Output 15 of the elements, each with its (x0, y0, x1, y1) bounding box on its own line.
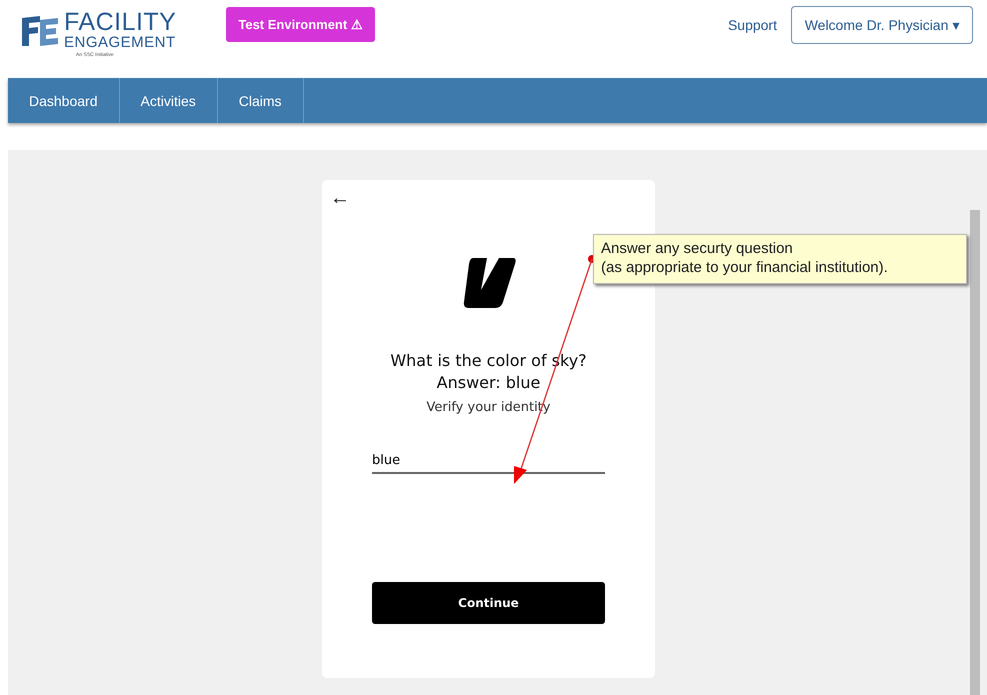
callout-line: (as appropriate to your financial institution). (601, 258, 889, 277)
callout-line: Answer any securty question (601, 239, 794, 258)
user-menu-button[interactable]: Welcome Dr. Physician ▾ (791, 6, 973, 44)
logo-mark-icon (20, 14, 60, 48)
logo-subtitle: ENGAGEMENT (64, 35, 176, 50)
logo-title: FACILITY (64, 10, 176, 35)
nav-tab[interactable]: Activities (120, 78, 218, 123)
scrollbar[interactable] (970, 210, 980, 695)
continue-button[interactable]: Continue (372, 582, 605, 624)
back-button[interactable]: ← (328, 188, 352, 208)
support-link[interactable]: Support (728, 17, 777, 33)
answer-hint: Answer: blue (436, 372, 540, 394)
nav-tab[interactable]: Dashboard (8, 78, 120, 123)
nav-tab[interactable]: Claims (218, 78, 304, 123)
test-environment-badge[interactable]: Test Environment ⚠ (226, 6, 375, 42)
